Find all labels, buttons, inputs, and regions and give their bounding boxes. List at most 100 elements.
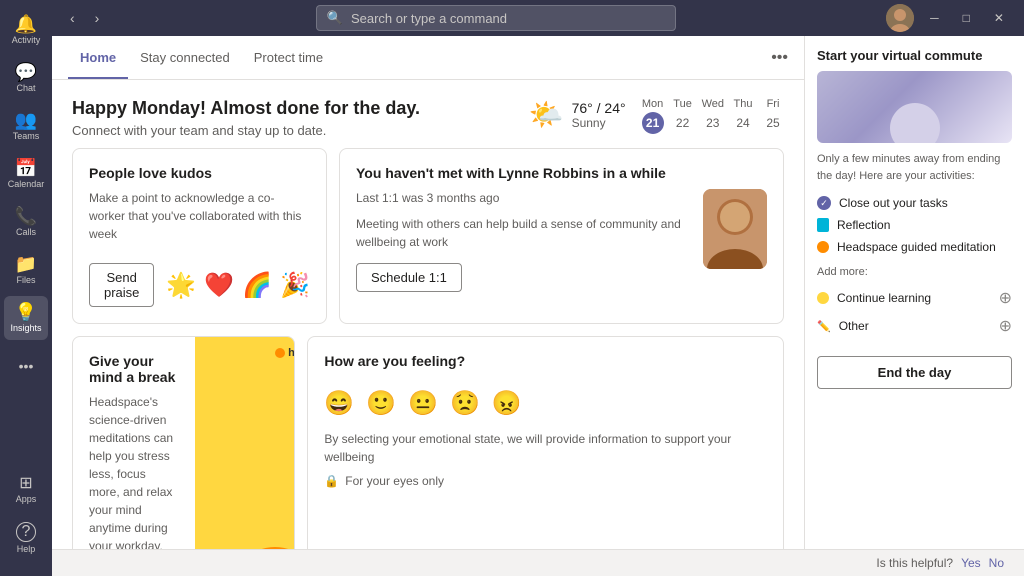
welcome-subtext: Connect with your team and stay up to da… (72, 123, 420, 138)
sidebar-item-calendar[interactable]: 📅 Calendar (4, 152, 48, 196)
back-button[interactable]: ‹ (64, 6, 81, 30)
titlebar-right: ─ □ ✕ (886, 4, 1012, 32)
forecast-label-fri: Fri (767, 98, 780, 110)
tab-bar: Home Stay connected Protect time ••• (52, 36, 804, 80)
sidebar-item-teams[interactable]: 👥 Teams (4, 104, 48, 148)
emoji-happy[interactable]: 😄 (324, 389, 354, 418)
add-more-label: Add more: (817, 266, 1012, 278)
sidebar: 🔔 Activity 💬 Chat 👥 Teams 📅 Calendar 📞 C… (0, 0, 52, 576)
orange-circle-icon (817, 241, 829, 253)
sidebar-item-teams-label: Teams (13, 131, 40, 141)
main-wrapper: ‹ › 🔍 ─ □ ✕ Home Stay (52, 0, 1024, 576)
feeling-body: By selecting your emotional state, we wi… (324, 430, 767, 466)
headspace-card: Give your mind a break Headspace's scien… (72, 336, 295, 549)
close-button[interactable]: ✕ (986, 7, 1012, 29)
feeling-title: How are you feeling? (324, 353, 767, 369)
yes-link[interactable]: Yes (961, 556, 981, 570)
chat-icon: 💬 (15, 63, 37, 81)
forward-button[interactable]: › (89, 6, 106, 30)
vc-activity-3: Headspace guided meditation (817, 236, 1012, 258)
headspace-circle: 😌 (230, 547, 295, 549)
sidebar-item-apps[interactable]: ⊞ Apps (4, 468, 48, 512)
weather-info: 🌤️ 76° / 24° Sunny (529, 98, 626, 131)
sidebar-item-apps-label: Apps (16, 494, 37, 504)
water-icon (817, 218, 829, 232)
welcome-heading: Happy Monday! Almost done for the day. (72, 98, 420, 119)
search-bar[interactable]: 🔍 (316, 5, 676, 31)
helpful-text: Is this helpful? (876, 556, 953, 570)
sidebar-item-chat-label: Chat (16, 83, 35, 93)
vc-activities: ✓ Close out your tasks Reflection Headsp… (805, 192, 1024, 258)
forecast-num-tue: 22 (672, 112, 694, 134)
sidebar-item-more[interactable]: ••• (4, 344, 48, 388)
forecast-num-fri: 25 (762, 112, 784, 134)
forecast-label-tue: Tue (673, 98, 692, 110)
add-icon-learning[interactable]: ⊕ (999, 288, 1012, 308)
add-icon-other[interactable]: ⊕ (999, 316, 1012, 336)
sidebar-item-activity[interactable]: 🔔 Activity (4, 8, 48, 52)
vc-banner (817, 71, 1012, 143)
kudos-body: Make a point to acknowledge a co-worker … (89, 189, 310, 243)
kudos-emoji-4: 🎉 (280, 271, 310, 300)
search-input[interactable] (351, 11, 665, 26)
no-link[interactable]: No (989, 556, 1004, 570)
forecast-num-mon: 21 (642, 112, 664, 134)
cards-row-1: People love kudos Make a point to acknow… (72, 148, 784, 324)
activity-icon: 🔔 (15, 15, 37, 33)
emoji-neutral[interactable]: 😐 (408, 389, 438, 418)
vc-activity-2-label: Reflection (837, 218, 890, 232)
emoji-angry[interactable]: 😠 (492, 389, 522, 418)
vc-description: Only a few minutes away from ending the … (805, 143, 1024, 192)
weather-details: 76° / 24° Sunny (572, 100, 626, 130)
sidebar-item-help[interactable]: ? Help (4, 516, 48, 560)
right-panel: Start your virtual commute Only a few mi… (804, 36, 1024, 549)
tab-stay-connected[interactable]: Stay connected (128, 38, 242, 79)
emoji-smile[interactable]: 🙂 (366, 389, 396, 418)
add-more-other-label: Other (839, 319, 869, 333)
headspace-title: Give your mind a break (89, 353, 179, 385)
headspace-brand-name: headspace (288, 347, 295, 359)
meeting-text: Last 1:1 was 3 months ago Meeting with o… (356, 189, 691, 292)
lock-icon: 🔒 (324, 474, 339, 488)
weather-condition: Sunny (572, 116, 626, 130)
left-pane: Home Stay connected Protect time ••• Hap… (52, 36, 804, 549)
send-praise-button[interactable]: Send praise (89, 263, 154, 307)
vc-title: Start your virtual commute (817, 48, 1012, 63)
kudos-emoji-3: 🌈 (242, 271, 272, 300)
help-icon: ? (16, 522, 36, 542)
schedule-1on1-button[interactable]: Schedule 1:1 (356, 263, 462, 292)
end-day-button[interactable]: End the day (817, 356, 1012, 389)
content: Home Stay connected Protect time ••• Hap… (52, 36, 1024, 549)
avatar[interactable] (886, 4, 914, 32)
add-more-item-learning[interactable]: Continue learning ⊕ (817, 284, 1012, 312)
more-icon: ••• (19, 359, 34, 373)
headspace-body: Headspace's science-driven meditations c… (89, 393, 179, 549)
emoji-sad[interactable]: 😟 (450, 389, 480, 418)
feeling-privacy: 🔒 For your eyes only (324, 474, 767, 488)
cards-row-2: Give your mind a break Headspace's scien… (72, 336, 784, 549)
meeting-subtitle: Last 1:1 was 3 months ago (356, 189, 691, 207)
forecast-day-mon: Mon 21 (642, 98, 664, 134)
pencil-icon: ✏️ (817, 320, 831, 333)
tab-more[interactable]: ••• (771, 49, 788, 67)
forecast-num-thu: 24 (732, 112, 754, 134)
headspace-logo-dot (275, 348, 285, 358)
forecast-label-mon: Mon (642, 98, 663, 110)
tab-protect-time[interactable]: Protect time (242, 38, 335, 79)
kudos-card: People love kudos Make a point to acknow… (72, 148, 327, 324)
vc-activity-1: ✓ Close out your tasks (817, 192, 1012, 214)
sidebar-item-chat[interactable]: 💬 Chat (4, 56, 48, 100)
tab-home[interactable]: Home (68, 38, 128, 79)
sidebar-item-insights-label: Insights (10, 323, 41, 333)
forecast-num-wed: 23 (702, 112, 724, 134)
minimize-button[interactable]: ─ (922, 7, 947, 29)
sidebar-item-files[interactable]: 📁 Files (4, 248, 48, 292)
teams-icon: 👥 (15, 111, 37, 129)
search-icon: 🔍 (327, 10, 343, 26)
forecast-day-fri: Fri 25 (762, 98, 784, 134)
titlebar-nav: ‹ › (64, 6, 105, 30)
sidebar-item-calls[interactable]: 📞 Calls (4, 200, 48, 244)
maximize-button[interactable]: □ (955, 7, 978, 29)
sidebar-item-insights[interactable]: 💡 Insights (4, 296, 48, 340)
add-more-item-other[interactable]: ✏️ Other ⊕ (817, 312, 1012, 340)
